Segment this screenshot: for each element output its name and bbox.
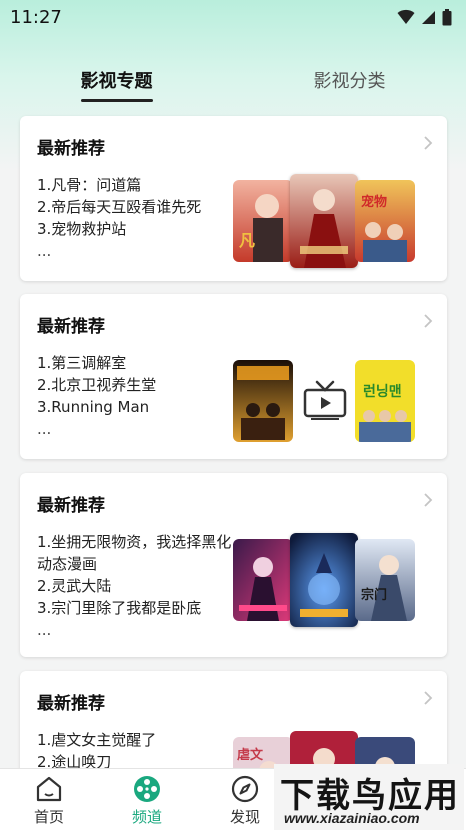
nav-label: 首页 [33,808,64,826]
topic-card[interactable]: 最新推荐 1.第三调解室 2.北京卫视养生堂 3.Running Man ...… [20,294,447,459]
topic-card[interactable]: 最新推荐 1.坐拥无限物资，我选择黑化 动态漫画 2.灵武大陆 3.宗门里除了我… [20,473,447,657]
list-item[interactable]: 2.灵武大陆 [37,575,237,597]
more-ellipsis: ... [37,420,52,438]
tab-label: 影视专题 [80,71,153,92]
list-item[interactable]: 2.北京卫视养生堂 [37,374,237,396]
cell-signal-icon [422,10,435,24]
list-item[interactable]: 3.宠物救护站 [37,218,237,240]
nav-label: 发现 [229,808,260,826]
card-title: 最新推荐 [37,496,105,516]
status-time: 11:27 [10,6,62,28]
svg-text:虐文: 虐文 [237,747,264,763]
chevron-right-icon[interactable] [423,492,433,508]
list-item[interactable]: 1.坐拥无限物资，我选择黑化 动态漫画 [37,531,237,575]
poster-image[interactable]: 凡 [233,180,293,262]
card-title: 最新推荐 [37,139,105,159]
card-item-list: 1.第三调解室 2.北京卫视养生堂 3.Running Man ... [37,352,237,440]
tab-bar: 影视专题 影视分类 [0,62,466,108]
list-item[interactable]: 3.宗门里除了我都是卧底 [37,597,237,619]
poster-image[interactable] [233,360,293,442]
poster-image[interactable]: 런닝맨 [355,360,415,442]
svg-text:宗门: 宗门 [361,587,387,603]
watermark: 下载鸟应用 www.xiazainiao.com [274,764,464,830]
tab-film-topics[interactable]: 影视专题 [0,62,233,108]
tab-film-categories[interactable]: 影视分类 [233,62,466,108]
status-bar: 11:27 [0,0,466,34]
more-ellipsis: ... [37,242,52,260]
svg-text:런닝맨: 런닝맨 [363,383,402,400]
poster-image[interactable] [233,539,293,621]
nav-channel[interactable]: 频道 [98,769,196,830]
more-ellipsis: ... [37,621,52,639]
card-item-list: 1.凡骨：问道篇 2.帝后每天互殴看谁先死 3.宠物救护站 ... [37,174,237,262]
card-title: 最新推荐 [37,694,105,714]
poster-image[interactable]: 宗门 [355,539,415,621]
card-title: 最新推荐 [37,317,105,337]
film-reel-icon [134,776,160,802]
tv-icon [303,380,347,420]
wifi-icon [397,9,415,24]
card-item-list: 1.坐拥无限物资，我选择黑化 动态漫画 2.灵武大陆 3.宗门里除了我都是卧底 … [37,531,237,641]
list-item[interactable]: 2.帝后每天互殴看谁先死 [37,196,237,218]
chevron-right-icon[interactable] [423,135,433,151]
nav-home[interactable]: 首页 [0,769,98,830]
topic-card[interactable]: 最新推荐 1.凡骨：问道篇 2.帝后每天互殴看谁先死 3.宠物救护站 ... 凡… [20,116,447,281]
poster-image[interactable]: 宠物 [355,180,415,262]
compass-icon [231,775,259,803]
list-item[interactable]: 3.Running Man [37,396,237,418]
home-icon [36,776,62,802]
poster-image[interactable] [290,533,358,627]
card-item-list: 1.虐文女主觉醒了 2.途山唤刀 [37,729,237,773]
tab-label: 影视分类 [313,71,386,92]
list-item[interactable]: 1.凡骨：问道篇 [37,174,237,196]
list-item[interactable]: 1.虐文女主觉醒了 [37,729,237,751]
chevron-right-icon[interactable] [423,313,433,329]
nav-label: 频道 [131,808,162,826]
chevron-right-icon[interactable] [423,690,433,706]
list-item[interactable]: 1.第三调解室 [37,352,237,374]
svg-text:宠物: 宠物 [361,194,387,210]
tab-active-indicator [81,99,153,102]
watermark-url: www.xiazainiao.com [284,810,420,826]
poster-image[interactable] [290,174,358,268]
battery-icon [442,8,452,25]
svg-text:凡: 凡 [239,231,255,250]
